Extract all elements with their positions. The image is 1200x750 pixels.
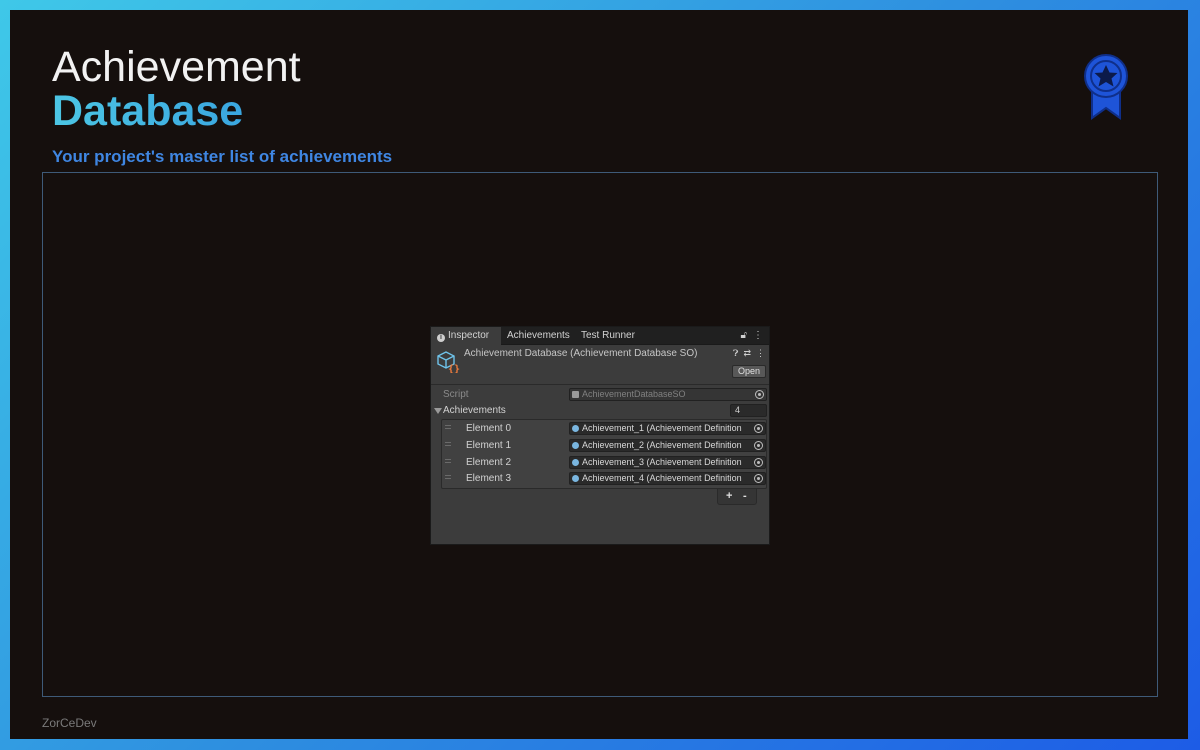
tab-inspector[interactable]: i Inspector <box>431 327 501 345</box>
element-label: Element 3 <box>466 473 512 484</box>
element-label: Element 1 <box>466 440 512 451</box>
scriptable-object-icon <box>572 459 579 466</box>
info-icon: i <box>437 334 445 342</box>
object-picker-icon[interactable] <box>754 458 763 467</box>
object-picker-icon[interactable] <box>754 441 763 450</box>
achievements-array-row: Achievements 4 <box>431 403 769 419</box>
foldout-arrow-icon[interactable] <box>434 408 442 414</box>
achievements-list: Element 0 Achievement_1 (Achievement Def… <box>441 419 767 489</box>
element-object-field[interactable]: Achievement_3 (Achievement Definition <box>569 456 766 469</box>
list-item: Element 2 Achievement_3 (Achievement Def… <box>442 455 766 471</box>
tab-test-runner[interactable]: Test Runner <box>575 327 641 345</box>
scriptable-object-icon <box>572 475 579 482</box>
array-size-input[interactable]: 4 <box>730 404 767 417</box>
asset-title: Achievement Database (Achievement Databa… <box>464 348 698 359</box>
title-line-2: Database <box>52 87 244 135</box>
tab-label: Inspector <box>448 330 490 341</box>
open-button[interactable]: Open <box>731 365 766 378</box>
help-icon[interactable]: ❓︎ <box>733 348 738 358</box>
list-item: Element 1 Achievement_2 (Achievement Def… <box>442 438 766 454</box>
element-value: Achievement_4 (Achievement Definition <box>582 473 742 483</box>
drag-handle-icon[interactable] <box>445 442 451 446</box>
inspector-tabbar: i Inspector Achievements Test Runner 🔓︎ ⋮ <box>431 327 769 345</box>
script-row: Script AchievementDatabaseSO <box>431 387 769 403</box>
achievements-label[interactable]: Achievements <box>443 403 506 419</box>
element-object-field[interactable]: Achievement_4 (Achievement Definition <box>569 472 766 485</box>
footer-credit: ZorCeDev <box>42 716 97 730</box>
scriptable-object-icon <box>572 442 579 449</box>
award-ribbon-star-icon <box>1084 54 1128 120</box>
asset-header: {} Achievement Database (Achievement Dat… <box>431 345 769 385</box>
element-object-field[interactable]: Achievement_2 (Achievement Definition <box>569 439 766 452</box>
object-picker-icon <box>755 390 764 399</box>
element-label: Element 0 <box>466 423 512 434</box>
header-tools: ❓︎ ⇄ ⋮ <box>728 348 765 359</box>
drag-handle-icon[interactable] <box>445 425 451 429</box>
tab-achievements[interactable]: Achievements <box>501 327 576 345</box>
list-item: Element 3 Achievement_4 (Achievement Def… <box>442 471 766 487</box>
script-file-icon <box>572 391 579 398</box>
context-menu-icon[interactable]: ⋮ <box>756 348 765 358</box>
element-object-field[interactable]: Achievement_1 (Achievement Definition <box>569 422 766 435</box>
title-line-1: Achievement <box>52 43 301 91</box>
drag-handle-icon[interactable] <box>445 459 451 463</box>
add-element-button[interactable]: + <box>726 490 732 502</box>
lock-icon[interactable]: 🔓︎ <box>741 330 747 341</box>
script-label: Script <box>443 389 469 400</box>
more-menu-icon[interactable]: ⋮ <box>753 330 763 341</box>
scriptable-object-icon: {} <box>437 351 460 373</box>
script-field: AchievementDatabaseSO <box>569 388 767 401</box>
element-value: Achievement_1 (Achievement Definition <box>582 423 742 433</box>
script-value: AchievementDatabaseSO <box>582 389 686 399</box>
element-value: Achievement_3 (Achievement Definition <box>582 457 742 467</box>
inspector-window: i Inspector Achievements Test Runner 🔓︎ ⋮ … <box>430 326 770 545</box>
svg-text:{}: {} <box>448 364 460 373</box>
scriptable-object-icon <box>572 425 579 432</box>
object-picker-icon[interactable] <box>754 424 763 433</box>
list-footer-buttons: + - <box>717 489 757 505</box>
subtitle: Your project's master list of achievemen… <box>52 147 393 166</box>
preset-icon[interactable]: ⇄ <box>743 348 751 358</box>
tabbar-tools: 🔓︎ ⋮ <box>735 330 763 341</box>
list-item: Element 0 Achievement_1 (Achievement Def… <box>442 421 766 437</box>
element-value: Achievement_2 (Achievement Definition <box>582 440 742 450</box>
remove-element-button[interactable]: - <box>743 490 747 502</box>
object-picker-icon[interactable] <box>754 474 763 483</box>
drag-handle-icon[interactable] <box>445 475 451 479</box>
element-label: Element 2 <box>466 457 512 468</box>
